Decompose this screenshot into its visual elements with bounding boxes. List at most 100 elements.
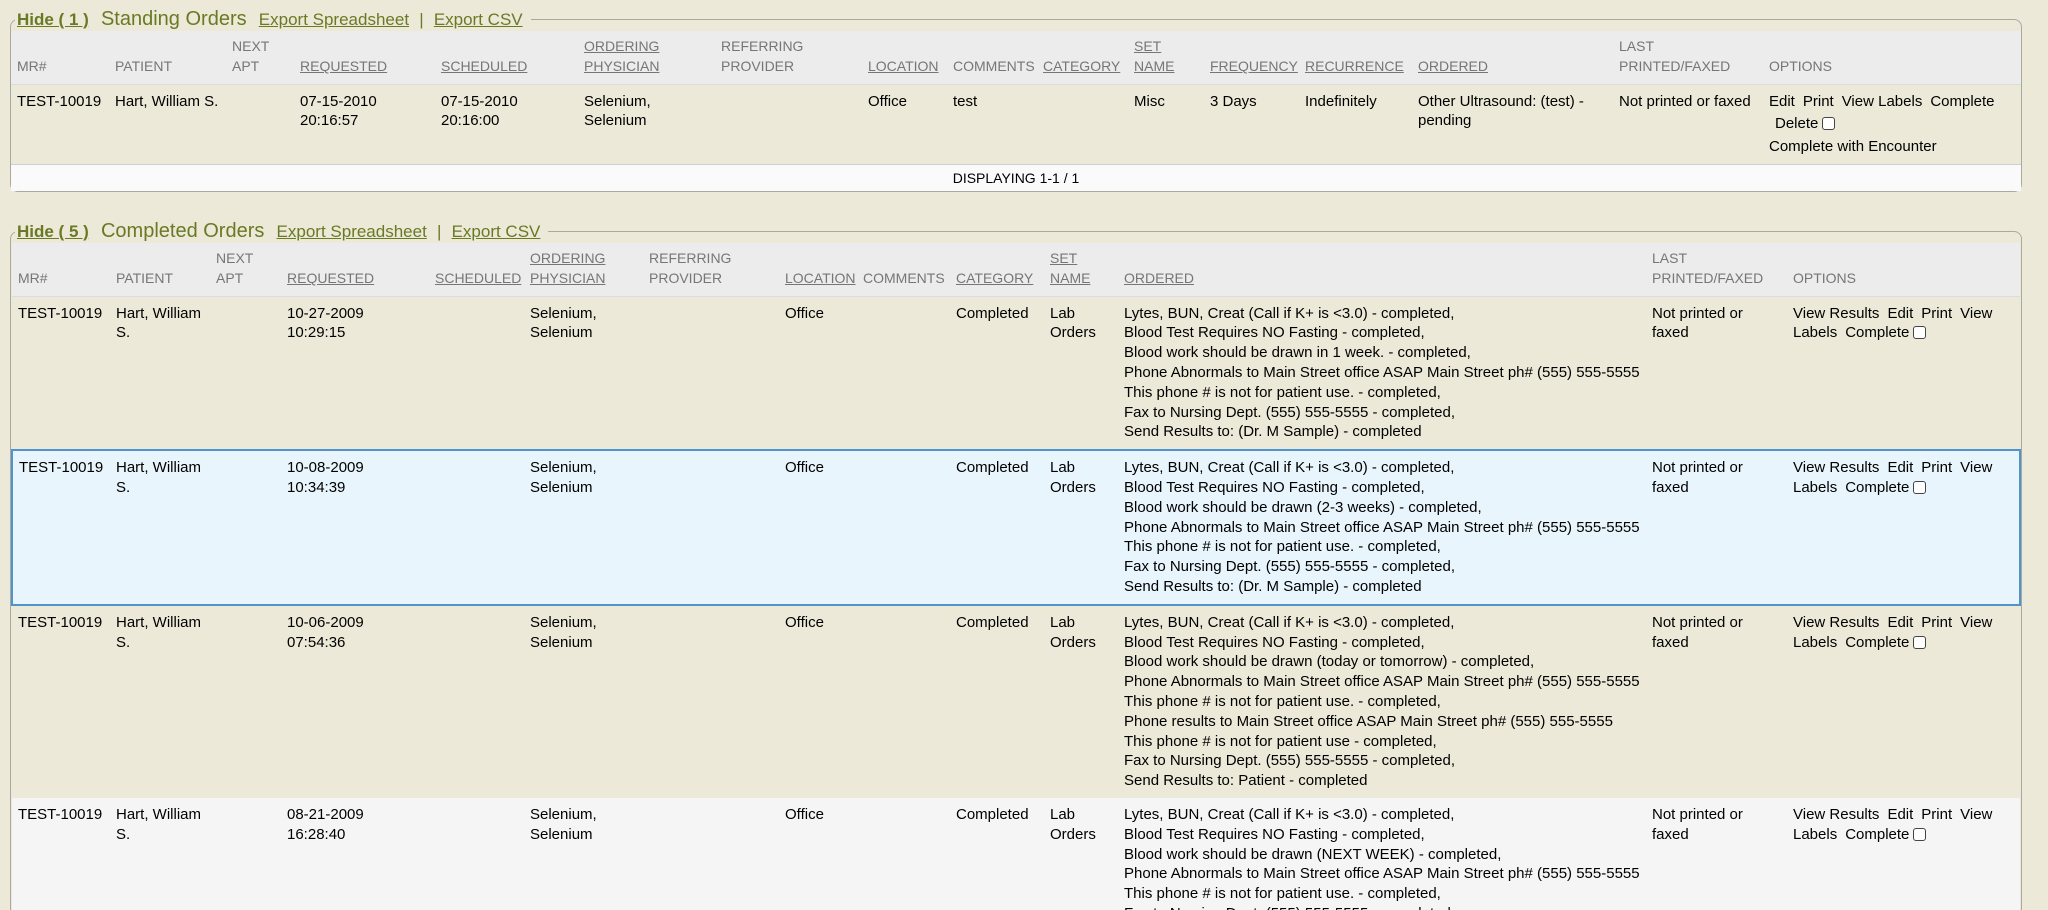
view-results-link[interactable]: View Results (1793, 459, 1879, 476)
cell-patient: Hart, William S. (109, 84, 226, 164)
col-requested[interactable]: REQUESTED (294, 31, 435, 84)
complete-link[interactable]: Complete (1845, 826, 1909, 843)
cell-referring-provider (643, 450, 779, 605)
cell-requested: 10-06-2009 07:54:36 (281, 605, 429, 798)
cell-requested: 10-08-2009 10:34:39 (281, 450, 429, 605)
view-results-link[interactable]: View Results (1793, 305, 1879, 322)
order-checkbox[interactable] (1913, 636, 1926, 649)
cell-mr: TEST-10019 (12, 605, 110, 798)
cell-comments (857, 605, 950, 798)
cell-category: Completed (950, 450, 1044, 605)
cell-location: Office (779, 296, 857, 450)
col-mr: MR# (11, 31, 109, 84)
cell-location: Office (779, 798, 857, 910)
delete-checkbox[interactable] (1822, 117, 1835, 130)
col-location[interactable]: LOCATION (862, 31, 947, 84)
col-scheduled[interactable]: SCHEDULED (429, 243, 524, 296)
col-mr: MR# (12, 243, 110, 296)
completed-export-spreadsheet-link[interactable]: Export Spreadsheet (277, 222, 427, 241)
cell-options: View ResultsEditPrintView LabelsComplete (1787, 296, 2020, 450)
edit-link[interactable]: Edit (1887, 614, 1913, 631)
cell-options: View ResultsEditPrintView LabelsComplete (1787, 450, 2020, 605)
delete-link[interactable]: Delete (1775, 115, 1818, 132)
cell-referring-provider (643, 798, 779, 910)
completed-export-csv-link[interactable]: Export CSV (452, 222, 541, 241)
cell-ordering-physician: Selenium, Selenium (524, 605, 643, 798)
col-ordered[interactable]: ORDERED (1118, 243, 1646, 296)
order-checkbox[interactable] (1913, 481, 1926, 494)
edit-link[interactable]: Edit (1887, 459, 1913, 476)
cell-ordered: Lytes, BUN, Creat (Call if K+ is <3.0) -… (1118, 296, 1646, 450)
complete-link[interactable]: Complete (1930, 93, 1994, 110)
complete-with-encounter-link[interactable]: Complete with Encounter (1769, 138, 1937, 155)
view-labels-link[interactable]: View Labels (1842, 93, 1923, 110)
col-scheduled[interactable]: SCHEDULED (435, 31, 578, 84)
col-requested[interactable]: REQUESTED (281, 243, 429, 296)
cell-next-apt (210, 798, 281, 910)
cell-next-apt (210, 296, 281, 450)
col-ordering-physician[interactable]: ORDERING PHYSICIAN (578, 31, 715, 84)
complete-link[interactable]: Complete (1845, 479, 1909, 496)
standing-hide-toggle[interactable]: Hide ( 1 ) (17, 10, 89, 29)
cell-mr: TEST-10019 (11, 84, 109, 164)
order-checkbox[interactable] (1913, 828, 1926, 841)
col-referring-provider: REFERRING PROVIDER (643, 243, 779, 296)
order-checkbox[interactable] (1913, 326, 1926, 339)
print-link[interactable]: Print (1921, 305, 1952, 322)
cell-ordered: Lytes, BUN, Creat (Call if K+ is <3.0) -… (1118, 798, 1646, 910)
col-set-name[interactable]: SET NAME (1044, 243, 1118, 296)
col-recurrence[interactable]: RECURRENCE (1299, 31, 1412, 84)
edit-link[interactable]: Edit (1769, 93, 1795, 110)
edit-link[interactable]: Edit (1887, 305, 1913, 322)
col-patient: PATIENT (109, 31, 226, 84)
col-category[interactable]: CATEGORY (950, 243, 1044, 296)
cell-last-printed: Not printed or faxed (1646, 798, 1787, 910)
cell-patient: Hart, William S. (110, 605, 210, 798)
col-frequency[interactable]: FREQUENCY (1204, 31, 1299, 84)
col-ordered[interactable]: ORDERED (1412, 31, 1613, 84)
cell-patient: Hart, William S. (110, 450, 210, 605)
cell-set-name: Lab Orders (1044, 605, 1118, 798)
cell-patient: Hart, William S. (110, 798, 210, 910)
edit-link[interactable]: Edit (1887, 806, 1913, 823)
print-link[interactable]: Print (1803, 93, 1834, 110)
col-category[interactable]: CATEGORY (1037, 31, 1128, 84)
col-ordering-physician[interactable]: ORDERING PHYSICIAN (524, 243, 643, 296)
print-link[interactable]: Print (1921, 614, 1952, 631)
completed-header-row: MR# PATIENT NEXT APT REQUESTED SCHEDULED… (12, 243, 2020, 296)
complete-link[interactable]: Complete (1845, 324, 1909, 341)
cell-patient: Hart, William S. (110, 296, 210, 450)
cell-ordering-physician: Selenium, Selenium (578, 84, 715, 164)
print-link[interactable]: Print (1921, 806, 1952, 823)
col-location[interactable]: LOCATION (779, 243, 857, 296)
view-results-link[interactable]: View Results (1793, 806, 1879, 823)
col-last-printed: LAST PRINTED/FAXED (1613, 31, 1763, 84)
completed-order-row: TEST-10019 Hart, William S. 10-06-2009 0… (12, 605, 2020, 798)
cell-last-printed: Not printed or faxed (1613, 84, 1763, 164)
cell-comments (857, 798, 950, 910)
cell-category: Completed (950, 296, 1044, 450)
cell-scheduled (429, 296, 524, 450)
standing-footer-row: DISPLAYING 1-1 / 1 (11, 164, 2021, 191)
col-patient: PATIENT (110, 243, 210, 296)
cell-set-name: Lab Orders (1044, 296, 1118, 450)
completed-hide-toggle[interactable]: Hide ( 5 ) (17, 222, 89, 241)
cell-referring-provider (715, 84, 862, 164)
cell-ordered: Other Ultrasound: (test) - pending (1412, 84, 1613, 164)
standing-export-csv-link[interactable]: Export CSV (434, 10, 523, 29)
col-set-name[interactable]: SET NAME (1128, 31, 1204, 84)
standing-orders-table: MR# PATIENT NEXT APT REQUESTED SCHEDULED… (11, 31, 2021, 191)
cell-mr: TEST-10019 (12, 450, 110, 605)
cell-scheduled: 07-15-2010 20:16:00 (435, 84, 578, 164)
cell-category: Completed (950, 798, 1044, 910)
print-link[interactable]: Print (1921, 459, 1952, 476)
standing-paging-status: DISPLAYING 1-1 / 1 (11, 164, 2021, 191)
completed-order-row-selected: TEST-10019 Hart, William S. 10-08-2009 1… (12, 450, 2020, 605)
cell-referring-provider (643, 605, 779, 798)
cell-last-printed: Not printed or faxed (1646, 605, 1787, 798)
complete-link[interactable]: Complete (1845, 634, 1909, 651)
view-results-link[interactable]: View Results (1793, 614, 1879, 631)
standing-orders-section: Hide ( 1 ) Standing Orders Export Spread… (10, 8, 2022, 192)
cell-options: Edit Print View Labels Complete Delete Comp… (1763, 84, 2021, 164)
standing-export-spreadsheet-link[interactable]: Export Spreadsheet (259, 10, 409, 29)
